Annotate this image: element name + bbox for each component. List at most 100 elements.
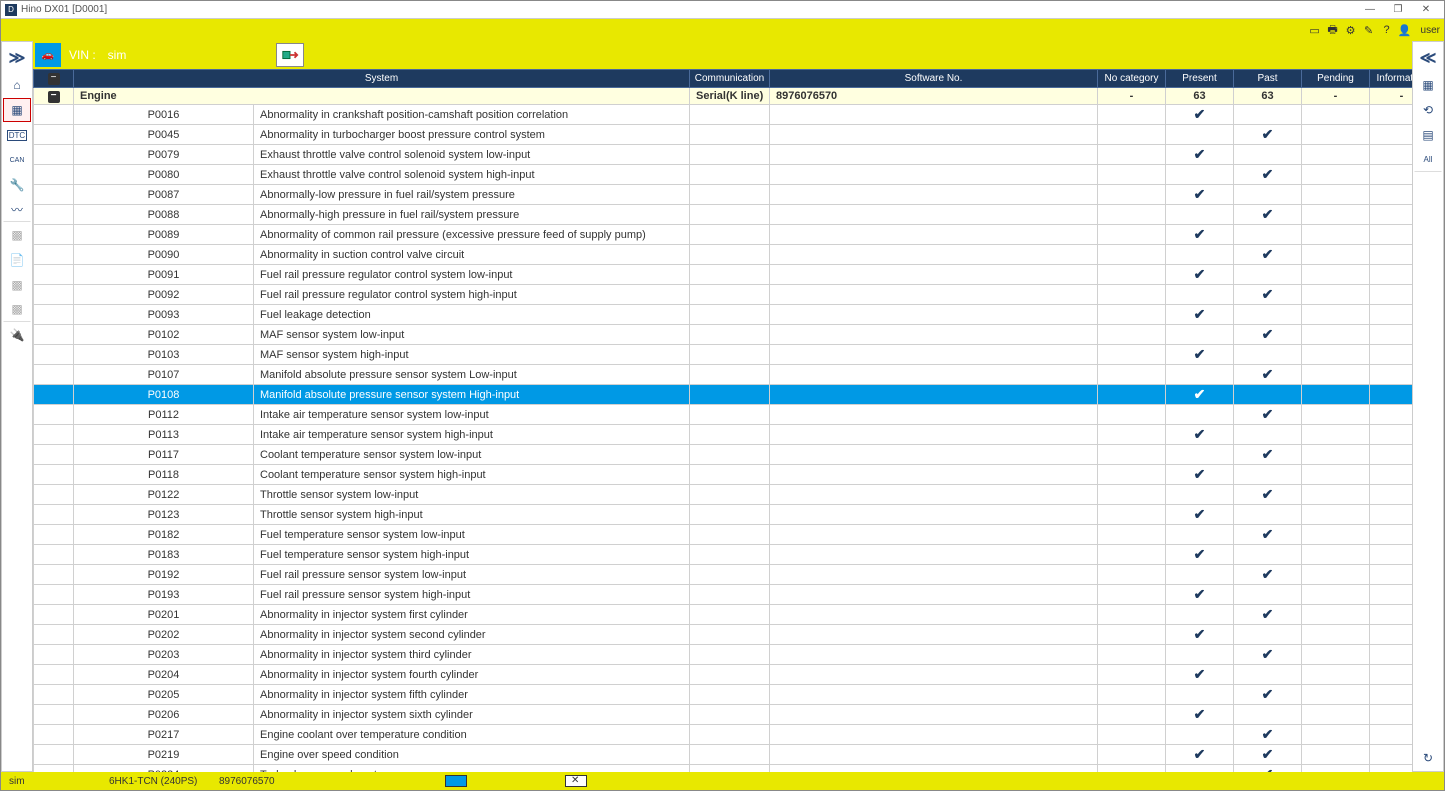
col-past[interactable]: Past (1234, 70, 1302, 88)
connect-icon[interactable]: 🔌 (3, 323, 31, 347)
parent-row-engine[interactable]: − Engine Serial(K line) 8976076570 - 63 … (34, 88, 1413, 105)
dtc-desc: Abnormality of common rail pressure (exc… (254, 225, 690, 245)
check-icon: ✔ (1262, 446, 1274, 462)
dtc-row[interactable]: P0016Abnormality in crankshaft position-… (34, 105, 1413, 125)
dtc-row[interactable]: P0112Intake air temperature sensor syste… (34, 405, 1413, 425)
vin-action-button[interactable] (276, 43, 304, 67)
dtc-row[interactable]: P0217Engine coolant over temperature con… (34, 725, 1413, 745)
can-icon[interactable]: CAN (3, 148, 31, 172)
dtc-row[interactable]: P0093Fuel leakage detection✔ (34, 305, 1413, 325)
gear-icon[interactable]: ⚙ (1343, 22, 1359, 38)
refresh-icon[interactable]: ↻ (1414, 746, 1442, 770)
edit-icon[interactable]: ✎ (1361, 22, 1377, 38)
dtc-row[interactable]: P0183Fuel temperature sensor system high… (34, 545, 1413, 565)
dtc-row[interactable]: P0080Exhaust throttle valve control sole… (34, 165, 1413, 185)
maximize-button[interactable]: ❐ (1384, 4, 1412, 15)
dtc-row[interactable]: P0201Abnormality in injector system firs… (34, 605, 1413, 625)
home-icon[interactable]: ⌂ (3, 73, 31, 97)
close-button[interactable]: ✕ (1412, 4, 1440, 15)
right-tool3-icon[interactable]: ▤ (1414, 123, 1442, 147)
dtc-row[interactable]: P0103MAF sensor system high-input✔ (34, 345, 1413, 365)
check-icon: ✔ (1262, 166, 1274, 182)
col-system[interactable]: System (74, 70, 690, 88)
dtc-row[interactable]: P0203Abnormality in injector system thir… (34, 645, 1413, 665)
dtc-code: P0016 (74, 105, 254, 125)
col-present[interactable]: Present (1166, 70, 1234, 88)
module3-icon[interactable]: ▩ (3, 298, 31, 322)
tools-icon[interactable]: 🔧 (3, 173, 31, 197)
collapse-left-button[interactable]: ≪ (1414, 44, 1442, 72)
system-icon[interactable]: ▦ (3, 98, 31, 122)
check-icon: ✔ (1262, 326, 1274, 342)
dtc-row[interactable]: P0079Exhaust throttle valve control sole… (34, 145, 1413, 165)
module1-icon[interactable]: ▩ (3, 223, 31, 247)
dtc-row[interactable]: P0234Turbocharger overboost✔ (34, 765, 1413, 773)
check-icon: ✔ (1194, 186, 1206, 202)
screenshot-icon[interactable]: ▭ (1307, 22, 1323, 38)
print-icon[interactable]: 🖶 (1325, 22, 1341, 38)
dtc-desc: Abnormally-low pressure in fuel rail/sys… (254, 185, 690, 205)
dtc-desc: Fuel rail pressure sensor system low-inp… (254, 565, 690, 585)
dtc-code: P0117 (74, 445, 254, 465)
dtc-row[interactable]: P0118Coolant temperature sensor system h… (34, 465, 1413, 485)
dtc-code: P0107 (74, 365, 254, 385)
help-icon[interactable]: ? (1379, 22, 1395, 38)
col-communication[interactable]: Communication (690, 70, 770, 88)
dtc-row[interactable]: P0206Abnormality in injector system sixt… (34, 705, 1413, 725)
user-label: user (1421, 25, 1440, 36)
dtc-row[interactable]: P0091Fuel rail pressure regulator contro… (34, 265, 1413, 285)
dtc-row[interactable]: P0090Abnormality in suction control valv… (34, 245, 1413, 265)
dtc-row[interactable]: P0108Manifold absolute pressure sensor s… (34, 385, 1413, 405)
expand-right-button[interactable]: ≫ (3, 44, 31, 72)
dtc-row[interactable]: P0107Manifold absolute pressure sensor s… (34, 365, 1413, 385)
col-pending[interactable]: Pending (1302, 70, 1370, 88)
dtc-desc: MAF sensor system low-input (254, 325, 690, 345)
right-tool2-icon[interactable]: ⟲ (1414, 98, 1442, 122)
dtc-row[interactable]: P0045Abnormality in turbocharger boost p… (34, 125, 1413, 145)
dtc-desc: Coolant temperature sensor system high-i… (254, 465, 690, 485)
col-information[interactable]: Information (1370, 70, 1413, 88)
module2-icon[interactable]: ▩ (3, 273, 31, 297)
dtc-row[interactable]: P0202Abnormality in injector system seco… (34, 625, 1413, 645)
dtc-desc: Abnormality in injector system fifth cyl… (254, 685, 690, 705)
dtc-grid[interactable]: − System Communication Software No. No c… (33, 69, 1412, 772)
report-icon[interactable]: 📄 (3, 248, 31, 272)
dtc-desc: Abnormality in suction control valve cir… (254, 245, 690, 265)
collapse-engine-button[interactable]: − (48, 91, 60, 103)
dtc-row[interactable]: P0123Throttle sensor system high-input✔ (34, 505, 1413, 525)
dtc-row[interactable]: P0113Intake air temperature sensor syste… (34, 425, 1413, 445)
col-nocategory[interactable]: No category (1098, 70, 1166, 88)
dtc-desc: Manifold absolute pressure sensor system… (254, 365, 690, 385)
check-icon: ✔ (1262, 726, 1274, 742)
dtc-row[interactable]: P0204Abnormality in injector system four… (34, 665, 1413, 685)
vehicle-icon[interactable]: 🚗 (35, 43, 61, 67)
all-icon[interactable]: All (1414, 148, 1442, 172)
dtc-row[interactable]: P0087Abnormally-low pressure in fuel rai… (34, 185, 1413, 205)
check-icon: ✔ (1262, 286, 1274, 302)
dtc-row[interactable]: P0088Abnormally-high pressure in fuel ra… (34, 205, 1413, 225)
dtc-row[interactable]: P0205Abnormality in injector system fift… (34, 685, 1413, 705)
vin-bar: 🚗 VIN : sim (33, 41, 1412, 69)
dtc-code: P0112 (74, 405, 254, 425)
dtc-row[interactable]: P0219Engine over speed condition✔✔ (34, 745, 1413, 765)
dtc-code: P0201 (74, 605, 254, 625)
col-expand[interactable]: − (34, 70, 74, 88)
dtc-row[interactable]: P0117Coolant temperature sensor system l… (34, 445, 1413, 465)
dtc-row[interactable]: P0182Fuel temperature sensor system low-… (34, 525, 1413, 545)
status-ecu: sim (1, 776, 101, 787)
parent-nocat: - (1098, 88, 1166, 105)
dtc-row[interactable]: P0092Fuel rail pressure regulator contro… (34, 285, 1413, 305)
minimize-button[interactable]: — (1356, 4, 1384, 15)
dtc-row[interactable]: P0089Abnormality of common rail pressure… (34, 225, 1413, 245)
dtc-row[interactable]: P0102MAF sensor system low-input✔ (34, 325, 1413, 345)
right-tool1-icon[interactable]: ▦ (1414, 73, 1442, 97)
wave-icon[interactable]: 〰 (3, 198, 31, 222)
dtc-row[interactable]: P0192Fuel rail pressure sensor system lo… (34, 565, 1413, 585)
dtc-icon[interactable]: DTC (3, 123, 31, 147)
col-software[interactable]: Software No. (770, 70, 1098, 88)
user-icon[interactable]: 👤 (1397, 22, 1413, 38)
dtc-desc: Abnormality in injector system first cyl… (254, 605, 690, 625)
dtc-row[interactable]: P0193Fuel rail pressure sensor system hi… (34, 585, 1413, 605)
parent-sw: 8976076570 (770, 88, 1098, 105)
dtc-row[interactable]: P0122Throttle sensor system low-input✔ (34, 485, 1413, 505)
